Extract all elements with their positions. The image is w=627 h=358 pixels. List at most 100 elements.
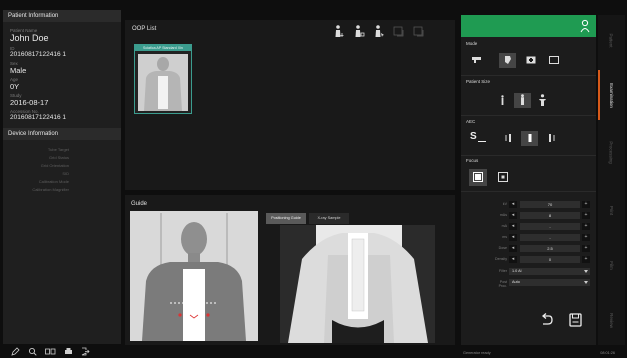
mode-gun-button[interactable] [468, 53, 485, 68]
param-label: Dose [498, 246, 507, 250]
focus-large-icon [473, 171, 483, 184]
vertical-tab-bar: Patient Examination Processing Print Fil… [598, 15, 625, 345]
undo-icon[interactable] [540, 313, 554, 329]
tab-positioning-guide[interactable]: Positioning Guide [266, 213, 306, 224]
tab-label: Review [608, 312, 614, 328]
mode-medical-button[interactable] [522, 53, 539, 68]
increment-button[interactable]: + [582, 234, 590, 241]
mode-detector-button[interactable] [545, 53, 562, 68]
examination-panel: Mode Patient Size AEC S Focus kV ◂ 70 + … [461, 15, 596, 345]
patient-size-medium-button[interactable] [514, 93, 531, 108]
aec-right-chamber-button[interactable] [543, 131, 560, 146]
medical-kit-icon [526, 55, 536, 66]
tag-icon [504, 55, 512, 67]
select-row-filter: Filter 1.0 Al [493, 268, 593, 276]
param-value[interactable]: - [520, 234, 580, 241]
person-small-icon [500, 94, 505, 107]
param-row-density: Density ◂ 0 + [493, 256, 593, 264]
search-icon[interactable] [28, 347, 37, 356]
positioning-guide-image [130, 211, 258, 341]
decrement-button[interactable]: ◂ [509, 201, 517, 208]
person-add-icon[interactable] [333, 24, 345, 38]
image-compare-icon[interactable] [413, 24, 425, 38]
param-value[interactable]: - [520, 223, 580, 230]
pi-field-study: Study 2016-08-17 [3, 93, 121, 107]
person-move-icon[interactable] [353, 24, 365, 38]
worklist-icon[interactable] [45, 347, 56, 356]
device-field-label: Grid Orientation [40, 163, 69, 168]
device-field-label: SID [62, 171, 69, 176]
image-copy-icon[interactable] [393, 24, 405, 38]
increment-button[interactable]: + [582, 256, 590, 263]
decrement-button[interactable]: ◂ [509, 245, 517, 252]
person-select-icon[interactable] [373, 24, 385, 38]
param-value[interactable]: 2.5 [520, 245, 580, 252]
mode-tag-button[interactable] [499, 53, 516, 68]
patient-size-small-button[interactable] [494, 93, 511, 108]
oop-list-panel: OOP List Sciatica AP Standard Xin [125, 20, 455, 190]
person-large-icon [538, 93, 547, 108]
chevron-down-icon [584, 281, 588, 284]
oop-list-title: OOP List [132, 26, 157, 32]
pi-field-name: Patient Name John Doe [3, 28, 121, 44]
save-icon[interactable] [569, 313, 582, 329]
tab-xray-sample[interactable]: X-ray Sample [309, 213, 349, 224]
aec-section-label: AEC [466, 119, 476, 124]
decrement-button[interactable]: ◂ [509, 212, 517, 219]
patient-id: 20160817122416 1 [10, 51, 67, 58]
param-label: ms [502, 235, 507, 239]
param-label: Density [495, 257, 507, 261]
status-time: 08:01:26 [600, 351, 615, 355]
increment-button[interactable]: + [582, 245, 590, 252]
device-field-label: Tube Target [47, 147, 69, 152]
aec-right-icon [548, 133, 556, 145]
param-row-dose: Dose ◂ 2.5 + [493, 245, 593, 253]
decrement-button[interactable]: ◂ [509, 256, 517, 263]
param-value[interactable]: 0 [520, 256, 580, 263]
post-processing-select[interactable]: Auto [509, 279, 590, 286]
guide-title: Guide [131, 201, 148, 207]
xray-sample-image [280, 225, 435, 343]
tab-processing[interactable]: Processing [598, 127, 625, 177]
status-text: Generator ready [463, 351, 491, 355]
decrement-button[interactable]: ◂ [509, 223, 517, 230]
param-value[interactable]: 8 [520, 212, 580, 219]
param-row-kv: kV ◂ 70 + [493, 201, 593, 209]
tab-print[interactable]: Print [598, 185, 625, 235]
param-value[interactable]: 70 [520, 201, 580, 208]
increment-button[interactable]: + [582, 223, 590, 230]
focus-large-button[interactable] [469, 169, 487, 186]
patient-size-large-button[interactable] [534, 93, 551, 108]
increment-button[interactable]: + [582, 201, 590, 208]
user-icon[interactable] [580, 19, 590, 35]
increment-button[interactable]: + [582, 212, 590, 219]
patient-name: John Doe [10, 33, 49, 43]
pi-field-accession: Accession No. 20160817122416 1 [3, 109, 121, 122]
xray-gun-icon [471, 56, 482, 66]
device-field-label: Calibration Magnifier [32, 187, 69, 192]
pi-field-id: ID 20160817122416 1 [3, 46, 121, 59]
print-icon[interactable] [64, 347, 73, 356]
edit-icon[interactable] [11, 347, 20, 356]
filter-select[interactable]: 1.0 Al [509, 268, 590, 275]
select-value: 1.0 Al [512, 269, 522, 273]
tab-review[interactable]: Review [598, 295, 625, 345]
divider [461, 155, 596, 156]
person-medium-icon [519, 94, 526, 107]
thumbnail-image [138, 54, 188, 111]
divider [461, 191, 596, 192]
tab-film[interactable]: Film [598, 240, 625, 290]
tab-label: Film [609, 260, 614, 270]
protocol-thumbnail[interactable]: Sciatica AP Standard Xin [134, 44, 192, 114]
decrement-button[interactable]: ◂ [509, 234, 517, 241]
tab-examination[interactable]: Examination [598, 70, 625, 120]
focus-section-label: Focus [466, 158, 479, 163]
focus-small-button[interactable] [494, 169, 512, 186]
tab-patient[interactable]: Patient [598, 15, 625, 65]
aec-left-chamber-button[interactable] [499, 131, 516, 146]
aec-center-chamber-button[interactable] [521, 131, 538, 146]
active-tab-indicator [598, 70, 600, 120]
param-row-ma: mA ◂ - + [493, 223, 593, 231]
logout-icon[interactable] [81, 347, 90, 356]
aec-center-icon [527, 133, 533, 145]
